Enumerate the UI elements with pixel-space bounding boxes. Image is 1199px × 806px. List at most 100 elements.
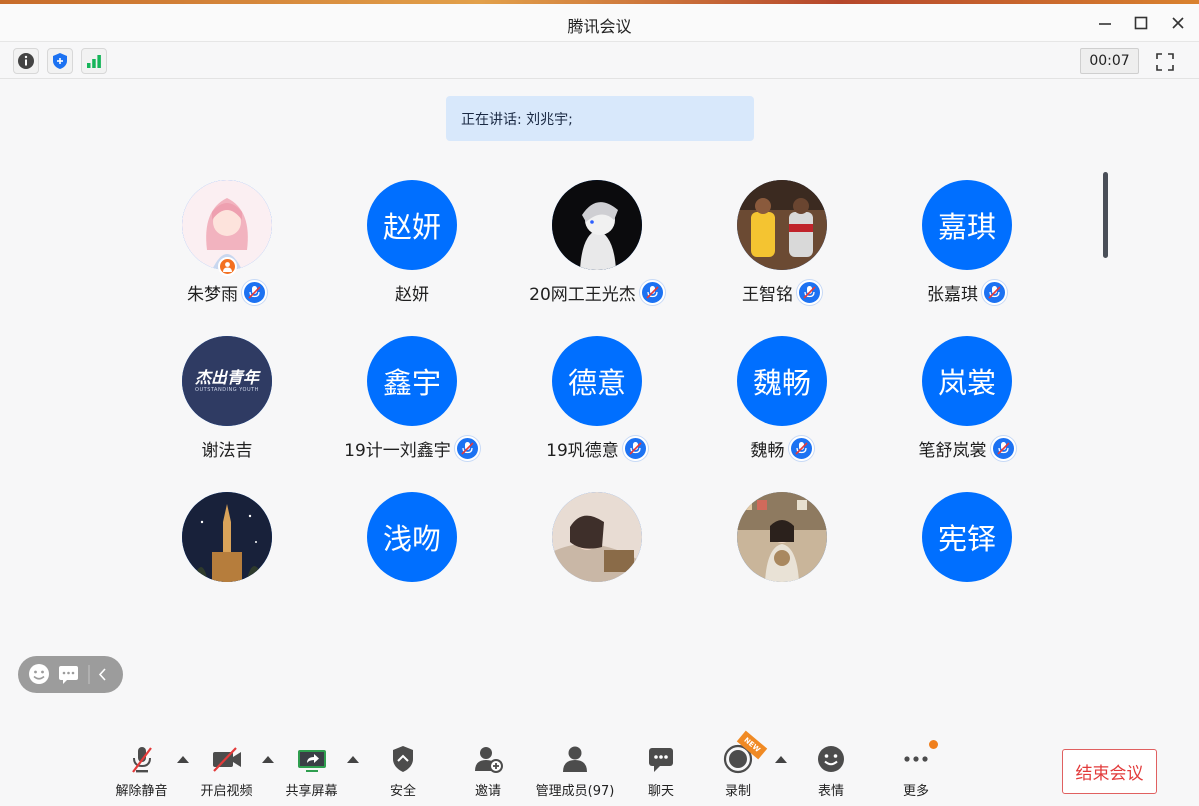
muted-mic-icon xyxy=(990,435,1016,461)
share-screen-icon xyxy=(297,750,326,772)
audio-options-caret[interactable] xyxy=(177,756,189,763)
participant-tile[interactable]: 岚裳笔舒岚裳 xyxy=(877,336,1057,476)
participant-name: 19巩德意 xyxy=(546,440,619,461)
minimize-icon xyxy=(1099,23,1111,25)
reactions-label: 表情 xyxy=(817,784,844,799)
participant-avatar xyxy=(737,492,827,582)
manage-members-button[interactable]: 管理成员(97) xyxy=(532,742,618,800)
add-user-icon xyxy=(475,747,503,773)
security-shield-icon xyxy=(393,746,413,772)
shield-icon xyxy=(53,53,67,69)
participant-name-row: 王智铭 xyxy=(692,278,872,306)
video-off-icon xyxy=(212,747,241,772)
participant-tile[interactable]: 王智铭 xyxy=(692,180,872,320)
participant-name-row: 20网工王光杰 xyxy=(507,278,687,306)
smiley-icon xyxy=(818,746,844,772)
participant-avatar xyxy=(737,180,827,270)
active-speaker-banner: 正在讲话: 刘兆宇; xyxy=(446,96,754,141)
invite-label: 邀请 xyxy=(474,784,501,799)
video-options-caret[interactable] xyxy=(262,756,274,763)
manage-members-label: 管理成员(97) xyxy=(535,784,615,799)
participant-avatar: 岚裳 xyxy=(922,336,1012,426)
participant-avatar xyxy=(182,492,272,582)
window-title: 腾讯会议 xyxy=(567,17,632,36)
minimize-button[interactable] xyxy=(1094,12,1116,34)
participant-name: 20网工王光杰 xyxy=(529,284,636,305)
network-signal-button[interactable] xyxy=(81,48,107,74)
participant-tile[interactable]: 浅吻 xyxy=(322,492,502,632)
fullscreen-button[interactable] xyxy=(1153,50,1177,74)
chat-icon xyxy=(649,748,673,772)
muted-mic-icon xyxy=(622,435,648,461)
participant-tile[interactable]: 朱梦雨 xyxy=(137,180,317,320)
top-toolbar: 00:07 xyxy=(0,43,1199,79)
participant-tile[interactable] xyxy=(137,492,317,632)
collapse-panel-button[interactable] xyxy=(94,662,116,686)
quick-message-button[interactable] xyxy=(57,662,81,686)
start-video-button[interactable]: 开启视频 xyxy=(198,742,255,800)
participant-name: 朱梦雨 xyxy=(187,284,238,305)
notification-dot xyxy=(929,740,938,749)
chat-button[interactable]: 聊天 xyxy=(640,742,682,800)
participant-name-row: 笔舒岚裳 xyxy=(877,434,1057,462)
participant-name-row: 赵妍 xyxy=(322,278,502,306)
participant-tile[interactable]: 杰出青年 OUTSTANDING YOUTH 谢法吉 xyxy=(137,336,317,476)
participant-tile[interactable]: 嘉琪 张嘉琪 xyxy=(877,180,1057,320)
record-label: 录制 xyxy=(724,784,751,799)
security-button[interactable]: 安全 xyxy=(382,742,424,800)
participant-tile[interactable]: 鑫宇 19计一刘鑫宇 xyxy=(322,336,502,476)
participant-avatar: 德意 xyxy=(552,336,642,426)
start-video-label: 开启视频 xyxy=(200,784,253,799)
unmute-button[interactable]: 解除静音 xyxy=(114,742,169,800)
security-label: 安全 xyxy=(389,784,416,799)
security-shield-button[interactable] xyxy=(47,48,73,74)
participant-name-row: 19计一刘鑫宇 xyxy=(322,434,502,462)
participant-tile[interactable] xyxy=(507,492,687,632)
end-meeting-button[interactable]: 结束会议 xyxy=(1062,749,1157,794)
share-screen-button[interactable]: 共享屏幕 xyxy=(283,742,340,800)
participant-avatar: 杰出青年 OUTSTANDING YOUTH xyxy=(182,336,272,426)
participant-tile[interactable] xyxy=(692,492,872,632)
meeting-info-button[interactable] xyxy=(13,48,39,74)
participant-name-row: 朱梦雨 xyxy=(137,278,317,306)
unmute-label: 解除静音 xyxy=(115,784,168,799)
muted-mic-icon xyxy=(131,747,152,773)
muted-mic-icon xyxy=(788,435,814,461)
host-badge-icon xyxy=(218,257,237,276)
participant-avatar: 宪铎 xyxy=(922,492,1012,582)
participant-name: 19计一刘鑫宇 xyxy=(344,440,451,461)
share-screen-label: 共享屏幕 xyxy=(285,784,338,799)
signal-icon xyxy=(87,55,101,68)
participant-tile[interactable]: 宪铎 xyxy=(877,492,1057,632)
title-bar: 腾讯会议 xyxy=(0,4,1199,42)
bottom-toolbar: 解除静音 开启视频 共享屏幕 安全 邀请 管理成员(97) 聊天 NEW 录制 … xyxy=(0,730,1199,806)
participant-name-row: 魏畅 xyxy=(692,434,872,462)
participant-tile[interactable]: 赵妍 赵妍 xyxy=(322,180,502,320)
participant-name: 魏畅 xyxy=(750,440,785,461)
participant-name-row: 19巩德意 xyxy=(507,434,687,462)
participant-avatar: 浅吻 xyxy=(367,492,457,582)
record-button[interactable]: NEW 录制 xyxy=(717,730,768,800)
participant-name: 王智铭 xyxy=(742,284,793,305)
close-button[interactable] xyxy=(1167,12,1189,34)
chat-label: 聊天 xyxy=(647,784,674,799)
muted-mic-icon xyxy=(242,279,267,305)
share-options-caret[interactable] xyxy=(347,756,359,763)
maximize-button[interactable] xyxy=(1130,12,1152,34)
record-options-caret[interactable] xyxy=(775,756,787,763)
maximize-icon xyxy=(1134,16,1148,30)
participant-tile[interactable]: 20网工王光杰 xyxy=(507,180,687,320)
participant-tile[interactable]: 德意 19巩德意 xyxy=(507,336,687,476)
participant-scrollbar[interactable] xyxy=(1103,172,1108,258)
members-icon xyxy=(563,746,587,772)
participant-tile[interactable]: 魏畅 魏畅 xyxy=(692,336,872,476)
more-button[interactable]: 更多 xyxy=(895,740,938,800)
emoji-button[interactable] xyxy=(27,662,51,686)
muted-mic-icon xyxy=(982,279,1007,305)
reactions-button[interactable]: 表情 xyxy=(810,742,852,800)
muted-mic-icon xyxy=(639,279,665,305)
participant-name: 笔舒岚裳 xyxy=(918,440,987,461)
participant-name: 赵妍 xyxy=(395,284,429,305)
meeting-window: 腾讯会议 00:07 正在讲话: 刘兆宇; 朱梦雨 赵妍 赵妍 20网工王光杰 王智铭 嘉… xyxy=(0,4,1199,802)
invite-button[interactable]: 邀请 xyxy=(467,742,509,800)
